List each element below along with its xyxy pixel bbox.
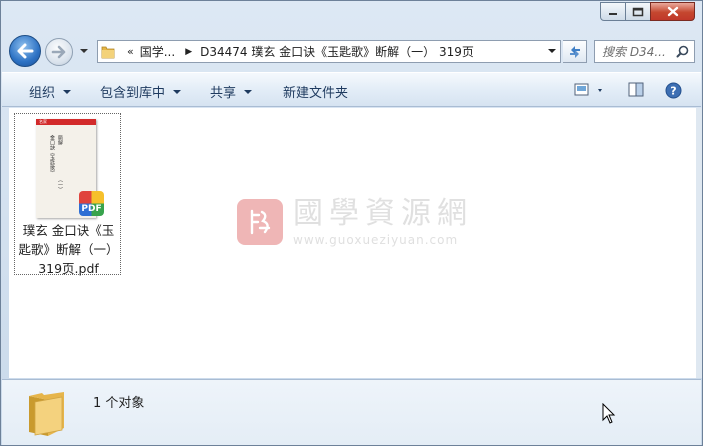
minimize-button[interactable] bbox=[600, 2, 626, 21]
preview-pane-icon[interactable] bbox=[628, 82, 645, 98]
minimize-icon bbox=[609, 12, 617, 15]
chevron-down-icon bbox=[173, 89, 182, 94]
chevron-down-icon bbox=[244, 89, 253, 94]
file-name-line: 璞玄 金口诀《玉 bbox=[22, 223, 115, 238]
new-folder-button[interactable]: 新建文件夹 bbox=[283, 82, 348, 101]
thumbnail-title-text: 金口訣《玉匙歌》 bbox=[49, 135, 55, 175]
watermark-url: www.guoxueziyuan.com bbox=[293, 233, 459, 247]
thumbnail-band-label: 名家 bbox=[39, 119, 47, 124]
close-button[interactable] bbox=[650, 2, 695, 21]
file-name-line: 匙歌》断解（一） bbox=[18, 242, 119, 257]
address-overflow[interactable]: « bbox=[127, 45, 134, 58]
thumbnail-volume-text: （一） bbox=[57, 177, 63, 192]
file-name[interactable]: 璞玄 金口诀《玉 匙歌》断解（一） 319页.pdf bbox=[15, 221, 122, 278]
seal-glyph-icon bbox=[250, 209, 271, 234]
chevron-down-icon bbox=[63, 89, 72, 94]
file-item[interactable]: 名家 金口訣《玉匙歌》 斷解 （一） PDF 璞玄 金口诀《玉 匙歌》断解（一）… bbox=[14, 113, 122, 278]
search-box[interactable] bbox=[594, 40, 695, 63]
change-view-button[interactable] bbox=[574, 82, 604, 98]
maximize-icon bbox=[632, 7, 644, 16]
new-folder-label: 新建文件夹 bbox=[283, 86, 349, 101]
forward-button[interactable] bbox=[45, 38, 73, 66]
include-in-library-label: 包含到库中 bbox=[100, 86, 166, 101]
caption-buttons bbox=[600, 2, 695, 21]
share-label: 共享 bbox=[210, 86, 237, 101]
maximize-button[interactable] bbox=[625, 2, 651, 21]
folder-icon bbox=[101, 46, 115, 59]
include-in-library-menu[interactable]: 包含到库中 bbox=[100, 82, 182, 101]
folder-icon bbox=[29, 392, 64, 436]
back-arrow-icon bbox=[17, 43, 34, 59]
organize-label: 组织 bbox=[29, 86, 56, 101]
watermark: 國學資源網 www.guoxueziyuan.com bbox=[237, 196, 473, 247]
file-list-area[interactable]: 名家 金口訣《玉匙歌》 斷解 （一） PDF 璞玄 金口诀《玉 匙歌》断解（一）… bbox=[9, 108, 696, 378]
thumbnail-subtitle-text: 斷解 bbox=[57, 135, 63, 145]
forward-arrow-icon bbox=[51, 45, 66, 59]
chevron-down-icon bbox=[548, 49, 556, 53]
item-count: 1 个对象 bbox=[93, 396, 145, 411]
details-pane: 1 个对象 bbox=[2, 379, 701, 445]
address-history-dropdown[interactable] bbox=[547, 46, 557, 56]
breadcrumb-parent[interactable]: 国学... bbox=[140, 43, 175, 60]
recent-pages-dropdown-icon[interactable] bbox=[79, 47, 89, 55]
close-icon bbox=[667, 6, 678, 17]
svg-text:?: ? bbox=[670, 85, 676, 98]
search-input[interactable] bbox=[602, 44, 674, 59]
back-button[interactable] bbox=[9, 35, 41, 67]
watermark-seal-icon bbox=[237, 198, 283, 245]
pdf-badge-icon: PDF bbox=[79, 191, 104, 216]
refresh-button[interactable] bbox=[563, 40, 587, 63]
content-right-border bbox=[696, 108, 702, 378]
breadcrumb-separator-icon[interactable]: ▶ bbox=[185, 47, 192, 57]
file-name-line: 319页.pdf bbox=[38, 261, 99, 276]
command-toolbar: 组织 包含到库中 共享 新建文件夹 ? bbox=[2, 72, 701, 107]
breadcrumb-current[interactable]: D34474 璞玄 金口诀《玉匙歌》断解（一） 319页 bbox=[200, 43, 474, 60]
watermark-title: 國學資源網 bbox=[293, 196, 473, 231]
mouse-cursor-icon bbox=[602, 403, 616, 424]
refresh-icon bbox=[569, 45, 580, 58]
search-icon[interactable] bbox=[676, 45, 689, 58]
help-icon[interactable]: ? bbox=[665, 82, 682, 99]
organize-menu[interactable]: 组织 bbox=[29, 82, 72, 101]
explorer-window: « 国学... ▶ D34474 璞玄 金口诀《玉匙歌》断解（一） 319页 组 bbox=[0, 0, 703, 446]
address-bar[interactable]: « 国学... ▶ D34474 璞玄 金口诀《玉匙歌》断解（一） 319页 bbox=[97, 40, 561, 63]
pdf-badge-label: PDF bbox=[81, 204, 102, 214]
share-menu[interactable]: 共享 bbox=[210, 82, 253, 101]
address-row: « 国学... ▶ D34474 璞玄 金口诀《玉匙歌》断解（一） 319页 bbox=[1, 31, 702, 69]
thumbnail-header-band: 名家 bbox=[36, 119, 96, 125]
